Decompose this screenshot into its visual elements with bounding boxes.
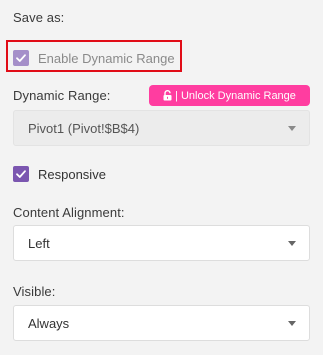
content-alignment-value: Left bbox=[28, 236, 50, 251]
unlock-dynamic-range-label: | Unlock Dynamic Range bbox=[175, 89, 296, 102]
dynamic-range-label: Dynamic Range: bbox=[13, 88, 111, 103]
visible-select[interactable]: Always bbox=[13, 305, 310, 341]
save-as-label: Save as: bbox=[13, 10, 65, 25]
check-icon bbox=[16, 170, 26, 178]
visible-label: Visible: bbox=[13, 284, 56, 299]
content-alignment-select[interactable]: Left bbox=[13, 225, 310, 261]
unlock-dynamic-range-button[interactable]: | Unlock Dynamic Range bbox=[149, 85, 310, 106]
dynamic-range-value: Pivot1 (Pivot!$B$4) bbox=[28, 121, 140, 136]
enable-dynamic-range-checkbox[interactable] bbox=[13, 50, 29, 66]
responsive-checkbox[interactable] bbox=[13, 166, 29, 182]
chevron-down-icon bbox=[288, 321, 296, 326]
lock-icon bbox=[163, 90, 172, 101]
visible-value: Always bbox=[28, 316, 70, 331]
dynamic-range-select[interactable]: Pivot1 (Pivot!$B$4) bbox=[13, 110, 310, 146]
responsive-label[interactable]: Responsive bbox=[38, 167, 106, 182]
chevron-down-icon bbox=[288, 126, 296, 131]
settings-panel: Save as: Enable Dynamic Range Dynamic Ra… bbox=[0, 0, 323, 355]
check-icon bbox=[16, 54, 26, 62]
enable-dynamic-range-label[interactable]: Enable Dynamic Range bbox=[38, 51, 175, 66]
chevron-down-icon bbox=[288, 241, 296, 246]
content-alignment-label: Content Alignment: bbox=[13, 205, 125, 220]
